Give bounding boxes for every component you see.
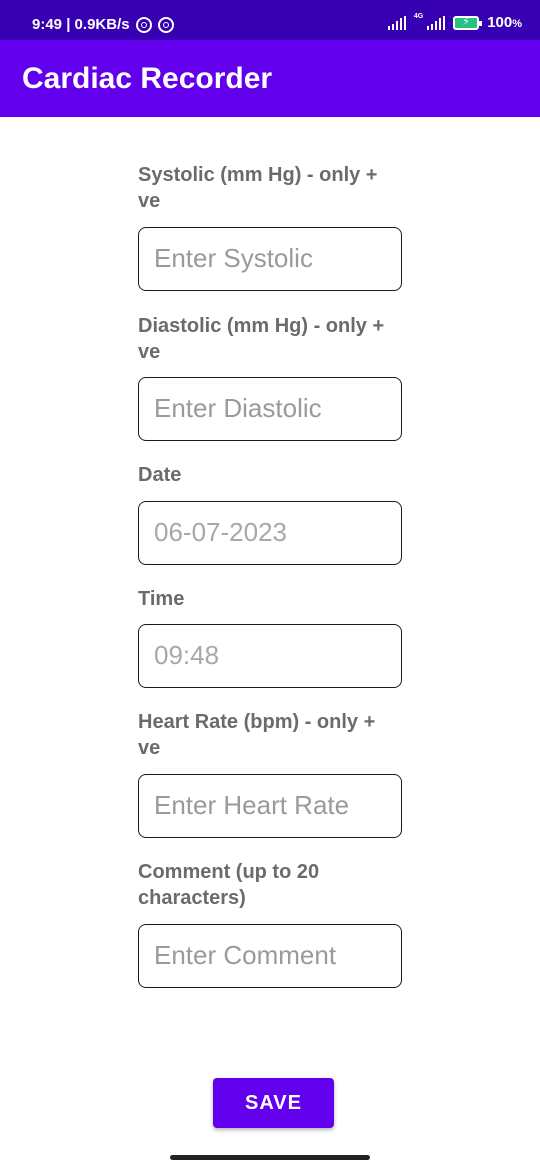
app-bar: Cardiac Recorder: [0, 40, 540, 117]
diastolic-input[interactable]: [154, 378, 384, 439]
home-indicator[interactable]: [170, 1155, 370, 1160]
systolic-input[interactable]: [154, 228, 384, 289]
comment-field[interactable]: [138, 924, 402, 988]
diastolic-label: Diastolic (mm Hg) - only + ve: [138, 315, 385, 363]
systolic-field[interactable]: [138, 227, 402, 291]
status-left: 9:49 | 0.9KB/s: [32, 16, 174, 33]
heart-rate-label: Heart Rate (bpm) - only + ve: [138, 711, 376, 759]
comment-label: Comment (up to 20 characters): [138, 861, 320, 909]
time-input[interactable]: [154, 625, 384, 686]
comment-input[interactable]: [154, 925, 384, 986]
signal-icon: [387, 15, 406, 30]
time-label: Time: [138, 588, 185, 610]
status-time-speed: 9:49 | 0.9KB/s: [32, 16, 130, 33]
save-button[interactable]: SAVE: [213, 1078, 334, 1128]
status-right: 4G ⚡ 100%: [387, 13, 522, 31]
battery-level: 100%: [487, 14, 522, 31]
location-icon: [157, 16, 174, 33]
date-field[interactable]: [138, 501, 402, 565]
signal-icon-2: [427, 15, 446, 30]
sync-icon: [135, 16, 152, 33]
date-label: Date: [138, 464, 182, 486]
battery-icon: ⚡: [453, 15, 483, 30]
status-bar: 9:49 | 0.9KB/s 4G ⚡ 100%: [0, 0, 540, 40]
heart-rate-field[interactable]: [138, 774, 402, 838]
systolic-label: Systolic (mm Hg) - only + ve: [138, 164, 378, 212]
heart-rate-input[interactable]: [154, 775, 384, 836]
app-title: Cardiac Recorder: [22, 62, 273, 95]
time-field[interactable]: [138, 624, 402, 688]
diastolic-field[interactable]: [138, 377, 402, 441]
network-type-label: 4G: [413, 13, 424, 20]
date-input[interactable]: [154, 502, 384, 563]
